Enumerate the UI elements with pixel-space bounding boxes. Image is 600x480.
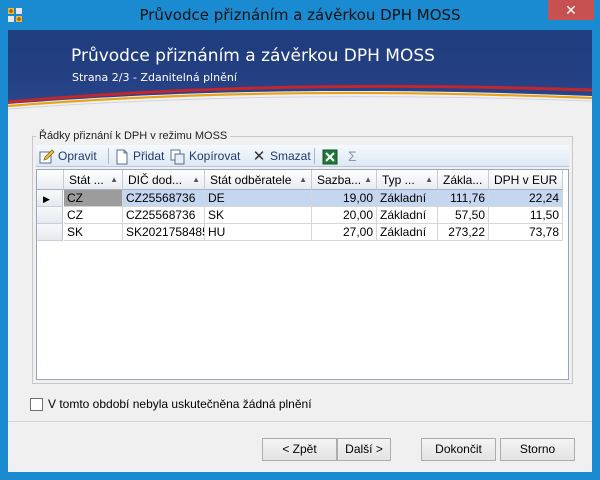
- row-header[interactable]: [37, 224, 63, 241]
- cell-supplier-vat[interactable]: CZ25568736: [123, 190, 205, 207]
- edit-icon: [39, 149, 55, 164]
- cell-country[interactable]: CZ: [64, 190, 123, 207]
- close-button[interactable]: ✕: [548, 0, 594, 20]
- copy-button[interactable]: Kopírovat: [170, 145, 240, 167]
- wizard-window: Průvodce přiznáním a závěrkou DPH MOSS ✕…: [0, 0, 600, 480]
- edit-label: Opravit: [58, 149, 97, 163]
- column-header-vat-eur[interactable]: DPH v EUR: [489, 170, 563, 190]
- cell-vat-eur[interactable]: 22,24: [489, 190, 563, 207]
- column-header-base[interactable]: Zákla...: [438, 170, 489, 190]
- export-excel-button[interactable]: [322, 145, 341, 167]
- sum-icon: Σ: [348, 148, 357, 164]
- column-header-label: Sazba...: [317, 173, 362, 187]
- column-header-customer-country[interactable]: Stát odběratele ▲: [205, 170, 312, 190]
- column-header-type[interactable]: Typ ... ▲: [377, 170, 438, 190]
- window-title: Průvodce přiznáním a závěrkou DPH MOSS: [139, 6, 461, 24]
- sort-asc-icon: ▲: [299, 175, 307, 184]
- cell-customer-country[interactable]: HU: [205, 224, 312, 241]
- sort-asc-icon: ▲: [110, 175, 118, 184]
- moss-rows-grid[interactable]: Stát ... ▲ DIČ dod... ▲ Stát odběratele ▲ S…: [36, 169, 569, 380]
- column-header-label: DIČ dod...: [128, 173, 183, 187]
- column-header-label: Stát odběratele: [210, 173, 292, 187]
- sort-asc-icon: ▲: [364, 175, 372, 184]
- banner-swoosh-decoration: [8, 84, 592, 116]
- row-header[interactable]: ▶: [37, 190, 63, 207]
- grid-toolbar: Opravit Přidat Kopírovat ✕ Smazat Σ: [36, 145, 569, 167]
- cell-type[interactable]: Základní: [377, 207, 438, 224]
- cell-customer-country[interactable]: DE: [205, 190, 312, 207]
- column-header-supplier-vat[interactable]: DIČ dod... ▲: [123, 170, 205, 190]
- cell-base[interactable]: 111,76: [438, 190, 489, 207]
- next-button[interactable]: Další >: [337, 438, 391, 461]
- no-supply-checkbox[interactable]: [30, 398, 43, 411]
- finish-button[interactable]: Dokončit: [421, 438, 496, 461]
- current-row-pointer-icon: ▶: [43, 194, 50, 204]
- cell-base[interactable]: 273,22: [438, 224, 489, 241]
- toolbar-separator: [314, 148, 315, 164]
- column-header-label: Stát ...: [69, 173, 104, 187]
- cell-rate[interactable]: 19,00: [312, 190, 377, 207]
- client-area: Průvodce přiznáním a závěrkou DPH MOSS S…: [8, 30, 592, 472]
- table-row[interactable]: ▶ CZ CZ25568736 DE 19,00 Základní 111,76…: [37, 190, 565, 207]
- back-button[interactable]: < Zpět: [262, 438, 337, 461]
- cell-country[interactable]: SK: [64, 224, 123, 241]
- cell-customer-country[interactable]: SK: [205, 207, 312, 224]
- cell-supplier-vat[interactable]: CZ25568736: [123, 207, 205, 224]
- column-header-country[interactable]: Stát ... ▲: [64, 170, 123, 190]
- toolbar-separator: [108, 148, 109, 164]
- cell-type[interactable]: Základní: [377, 224, 438, 241]
- wizard-banner: Průvodce přiznáním a závěrkou DPH MOSS S…: [8, 30, 592, 116]
- title-bar[interactable]: Průvodce přiznáním a závěrkou DPH MOSS ✕: [0, 0, 600, 30]
- footer-divider: [8, 421, 592, 422]
- copy-label: Kopírovat: [189, 149, 241, 163]
- grid-corner-header: [37, 170, 64, 190]
- column-header-label: Zákla...: [443, 173, 483, 187]
- delete-icon: ✕: [252, 147, 266, 165]
- banner-title: Průvodce přiznáním a závěrkou DPH MOSS: [71, 46, 435, 66]
- cell-base[interactable]: 57,50: [438, 207, 489, 224]
- row-header[interactable]: [37, 207, 63, 224]
- column-header-label: DPH v EUR: [494, 173, 558, 187]
- no-supply-label[interactable]: V tomto období nebyla uskutečněna žádná …: [48, 397, 312, 411]
- column-header-label: Typ ...: [382, 173, 415, 187]
- sum-button[interactable]: Σ: [348, 145, 357, 167]
- delete-button[interactable]: ✕ Smazat: [251, 145, 311, 167]
- table-row[interactable]: CZ CZ25568736 SK 20,00 Základní 57,50 11…: [37, 207, 565, 224]
- cell-vat-eur[interactable]: 11,50: [489, 207, 563, 224]
- cancel-button[interactable]: Storno: [500, 438, 575, 461]
- column-header-rate[interactable]: Sazba... ▲: [312, 170, 377, 190]
- edit-button[interactable]: Opravit: [39, 145, 97, 167]
- close-icon: ✕: [565, 2, 577, 18]
- new-document-icon: [116, 149, 128, 165]
- sort-asc-icon: ▲: [425, 175, 433, 184]
- cell-rate[interactable]: 20,00: [312, 207, 377, 224]
- delete-label: Smazat: [270, 149, 311, 163]
- table-row[interactable]: SK SK2021758485 HU 27,00 Základní 273,22…: [37, 224, 565, 241]
- excel-icon: [322, 149, 338, 165]
- sort-asc-icon: ▲: [192, 175, 200, 184]
- cell-country[interactable]: CZ: [64, 207, 123, 224]
- cell-vat-eur[interactable]: 73,78: [489, 224, 563, 241]
- cell-supplier-vat[interactable]: SK2021758485: [123, 224, 205, 241]
- cell-type[interactable]: Základní: [377, 190, 438, 207]
- add-button[interactable]: Přidat: [114, 145, 164, 167]
- copy-icon: [170, 149, 185, 165]
- cell-rate[interactable]: 27,00: [312, 224, 377, 241]
- add-label: Přidat: [133, 149, 165, 163]
- group-caption: Řádky přiznání k DPH v režimu MOSS: [36, 130, 231, 142]
